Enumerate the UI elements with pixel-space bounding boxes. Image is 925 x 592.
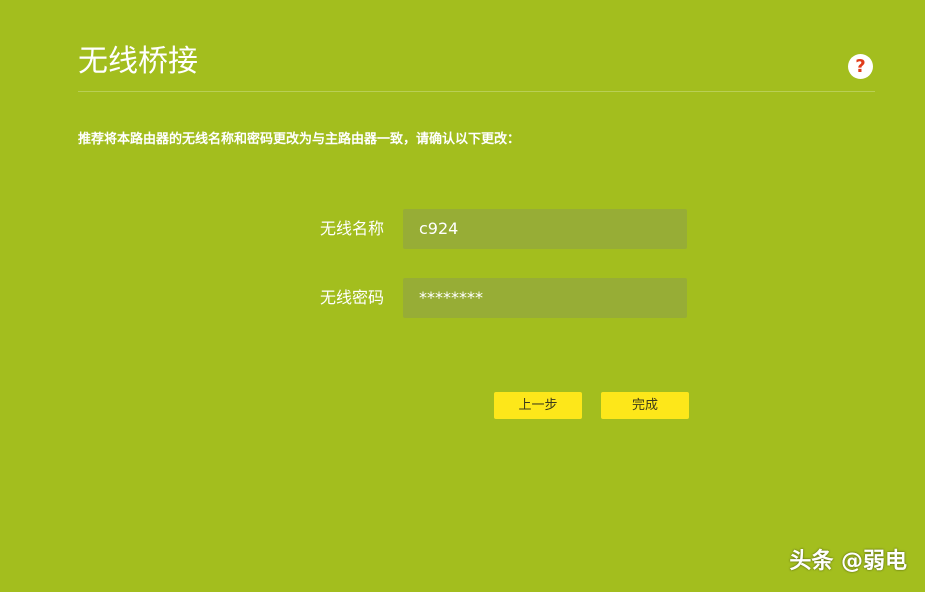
- prev-step-button[interactable]: 上一步: [494, 392, 582, 419]
- password-input[interactable]: [403, 278, 687, 318]
- help-icon[interactable]: ?: [848, 54, 873, 79]
- page-title: 无线桥接: [78, 44, 198, 79]
- title-divider: [78, 91, 875, 92]
- password-label: 无线密码: [319, 288, 384, 307]
- ssid-label: 无线名称: [319, 219, 384, 238]
- instruction-text: 推荐将本路由器的无线名称和密码更改为与主路由器一致，请确认以下更改：: [78, 132, 521, 147]
- finish-button[interactable]: 完成: [601, 392, 689, 419]
- ssid-input[interactable]: [403, 209, 687, 249]
- watermark: 头条 @弱电: [789, 549, 907, 574]
